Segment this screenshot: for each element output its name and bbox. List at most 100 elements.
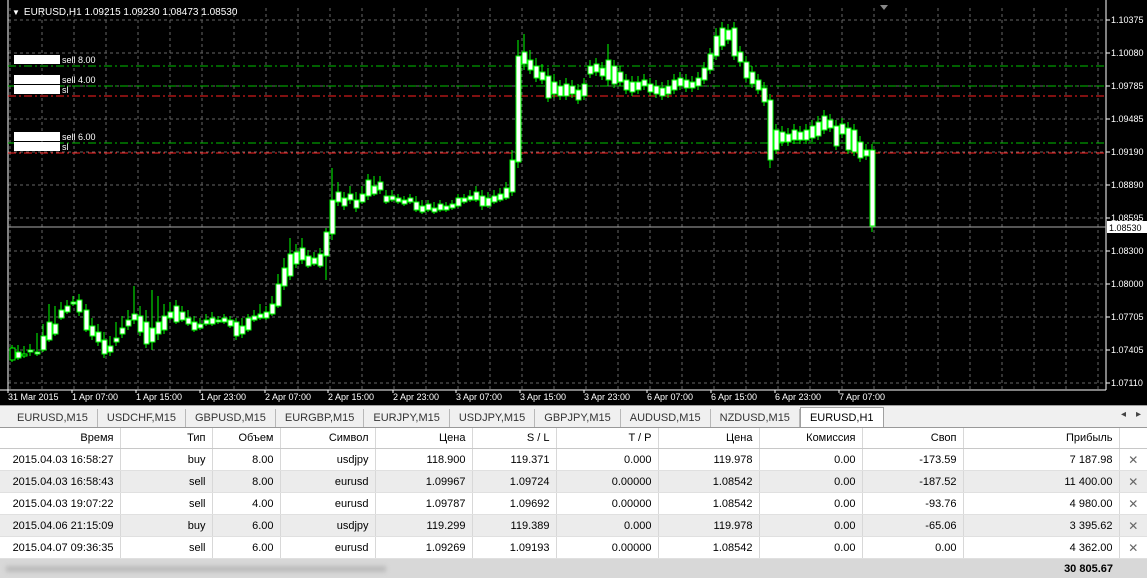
candle-body: [552, 82, 557, 94]
candle-body: [642, 80, 647, 86]
close-position-icon[interactable]: ✕: [1119, 493, 1147, 515]
column-header[interactable]: Цена: [375, 428, 472, 449]
candle-body: [516, 56, 521, 162]
time-tick-label: 6 Apr 15:00: [711, 392, 757, 402]
table-cell: 8.00: [212, 471, 280, 493]
candle-body: [47, 322, 52, 340]
candle-body: [708, 54, 713, 70]
chart-tab[interactable]: USDJPY,M15: [450, 409, 535, 427]
candle-body: [654, 86, 659, 94]
candle-body: [204, 320, 209, 324]
candle-body: [150, 328, 155, 342]
tab-scroll-left-icon[interactable]: ◂: [1121, 409, 1126, 420]
table-row[interactable]: 2015.04.07 09:36:35sell6.00eurusd1.09269…: [0, 537, 1147, 559]
table-cell: 2015.04.07 09:36:35: [0, 537, 120, 559]
price-chart[interactable]: 1.103751.100801.097851.094851.091901.088…: [0, 0, 1147, 405]
column-header[interactable]: Тип: [120, 428, 212, 449]
column-header[interactable]: Объем: [212, 428, 280, 449]
order-line-label: sl: [62, 142, 69, 152]
column-header[interactable]: Комиссия: [759, 428, 862, 449]
column-header[interactable]: S / L: [472, 428, 556, 449]
candle-body: [108, 346, 113, 352]
column-header-spacer: [1119, 428, 1147, 449]
candle-body: [16, 352, 21, 358]
candle-body: [870, 150, 875, 226]
time-tick-label: 1 Apr 23:00: [200, 392, 246, 402]
column-header[interactable]: Прибыль: [963, 428, 1119, 449]
chart-tab[interactable]: USDCHF,M15: [98, 409, 186, 427]
order-line-label: sl: [62, 85, 69, 95]
candle-body: [792, 130, 797, 140]
candle-body: [768, 100, 773, 160]
candle-body: [84, 310, 89, 330]
trade-panel: ВремяТипОбъемСимволЦенаS / LT / PЦенаКом…: [0, 427, 1147, 577]
chart-tab[interactable]: NZDUSD,M15: [711, 409, 800, 427]
candle-body: [77, 300, 82, 312]
candle-body: [786, 134, 791, 142]
tab-scroll-right-icon[interactable]: ▸: [1136, 409, 1141, 420]
candle-body: [756, 80, 761, 90]
close-position-icon[interactable]: ✕: [1119, 471, 1147, 493]
candle-body: [468, 196, 473, 200]
table-row[interactable]: 2015.04.06 21:15:09buy6.00usdjpy119.2991…: [0, 515, 1147, 537]
table-cell: eurusd: [280, 471, 375, 493]
order-line-label: sell 6.00: [62, 132, 96, 142]
table-cell: 7 187.98: [963, 449, 1119, 471]
table-cell: 6.00: [212, 515, 280, 537]
candle-body: [846, 128, 851, 150]
candle-body: [558, 86, 563, 96]
table-row[interactable]: 2015.04.03 16:58:27buy8.00usdjpy118.9001…: [0, 449, 1147, 471]
candle-body: [318, 254, 323, 266]
chart-tab[interactable]: GBPJPY,M15: [535, 409, 620, 427]
candle-body: [444, 206, 449, 210]
table-row[interactable]: 2015.04.03 19:07:22sell4.00eurusd1.09787…: [0, 493, 1147, 515]
candlestick-chart-canvas[interactable]: 1.103751.100801.097851.094851.091901.088…: [0, 0, 1147, 405]
column-header[interactable]: Символ: [280, 428, 375, 449]
table-cell: 0.00: [759, 493, 862, 515]
table-cell: 0.00000: [556, 537, 658, 559]
price-tick-label: 1.09485: [1111, 114, 1144, 124]
redacted-balance-bar: [6, 566, 386, 572]
candle-body: [588, 66, 593, 74]
column-header[interactable]: Своп: [862, 428, 963, 449]
price-tick-label: 1.08300: [1111, 246, 1144, 256]
column-header[interactable]: Время: [0, 428, 120, 449]
close-position-icon[interactable]: ✕: [1119, 537, 1147, 559]
chart-tab[interactable]: GBPUSD,M15: [186, 409, 276, 427]
candle-body: [600, 68, 605, 76]
candle-body: [186, 318, 191, 324]
candle-body: [612, 66, 617, 84]
candle-body: [450, 204, 455, 208]
column-header[interactable]: T / P: [556, 428, 658, 449]
chart-tab[interactable]: EURGBP,M15: [276, 409, 365, 427]
candle-body: [474, 192, 479, 200]
candle-body: [234, 322, 239, 336]
table-cell: 119.371: [472, 449, 556, 471]
table-row[interactable]: 2015.04.03 16:58:43sell8.00eurusd1.09967…: [0, 471, 1147, 493]
candle-body: [10, 348, 15, 360]
balance-spacer: [1119, 559, 1147, 578]
price-tick-label: 1.09190: [1111, 147, 1144, 157]
close-position-icon[interactable]: ✕: [1119, 449, 1147, 471]
column-header[interactable]: Цена: [658, 428, 759, 449]
orders-table: ВремяТипОбъемСимволЦенаS / LT / PЦенаКом…: [0, 428, 1147, 578]
chart-tab[interactable]: AUDUSD,M15: [621, 409, 711, 427]
candle-body: [594, 64, 599, 72]
table-cell: 0.00: [759, 449, 862, 471]
table-cell: 6.00: [212, 537, 280, 559]
table-cell: 0.00: [862, 537, 963, 559]
table-cell: 0.000: [556, 515, 658, 537]
price-tick-label: 1.08890: [1111, 180, 1144, 190]
candle-body: [408, 198, 413, 202]
candle-body: [492, 196, 497, 202]
chart-tab[interactable]: EURJPY,M15: [364, 409, 449, 427]
chart-tab[interactable]: EURUSD,H1: [800, 407, 884, 427]
redacted-label-box: [14, 85, 60, 94]
close-position-icon[interactable]: ✕: [1119, 515, 1147, 537]
candle-body: [264, 312, 269, 318]
candle-body: [192, 322, 197, 330]
chart-tab[interactable]: EURUSD,M15: [8, 409, 98, 427]
table-cell: -173.59: [862, 449, 963, 471]
total-profit: 30 805.67: [963, 559, 1119, 578]
candle-body: [324, 232, 329, 256]
